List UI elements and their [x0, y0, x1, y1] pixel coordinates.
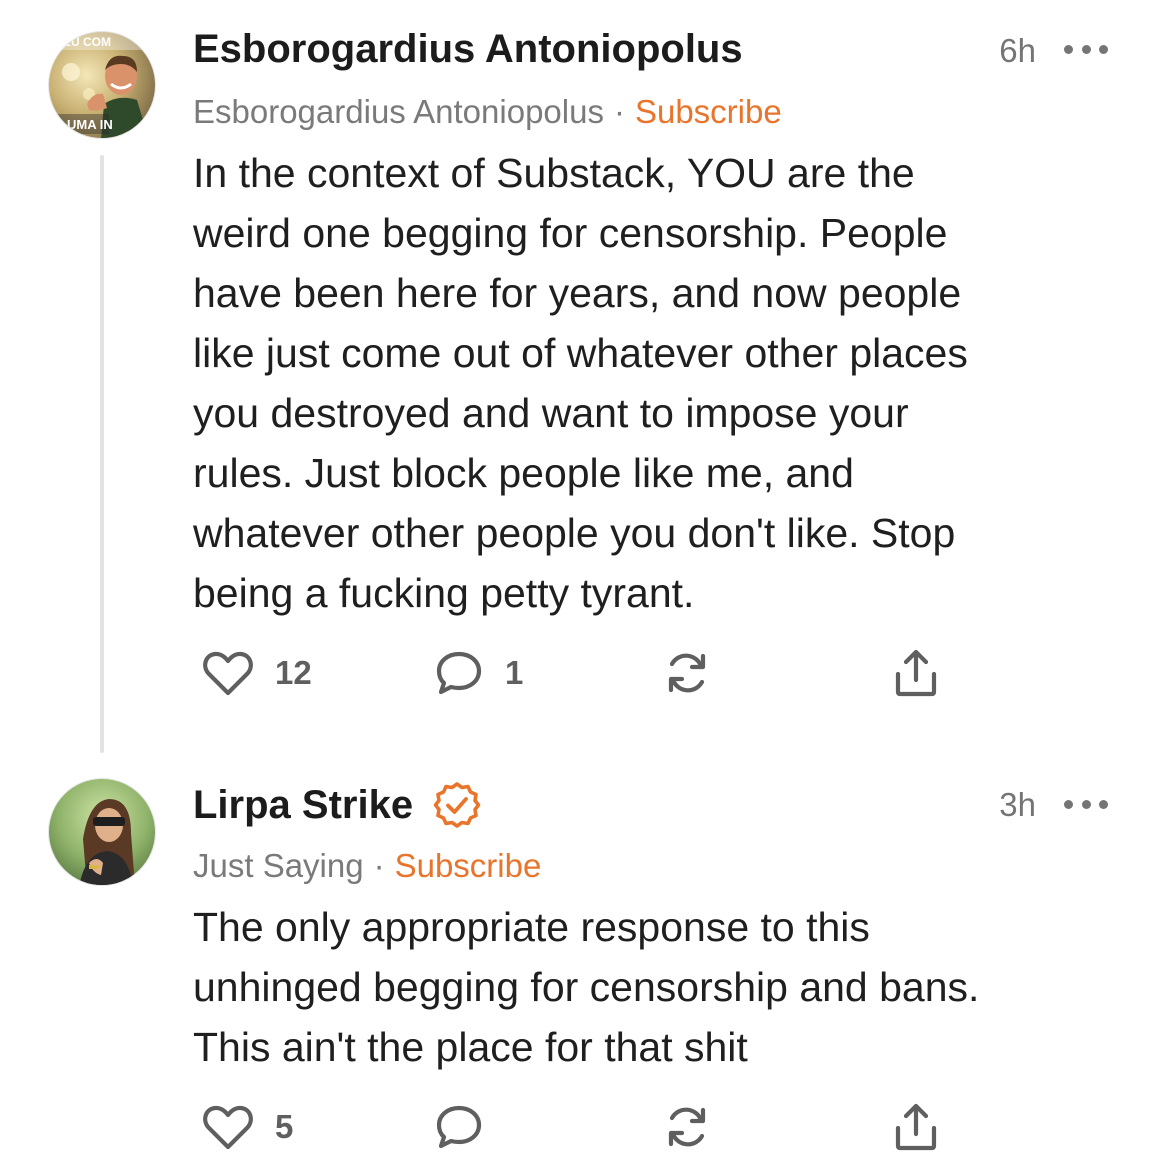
publication-line: Esborogardius Antoniopolus · Subscribe: [193, 93, 782, 131]
comment-body-line: This ain't the place for that shit: [193, 1024, 748, 1070]
timestamp: 6h: [999, 32, 1036, 69]
share-icon: [895, 649, 937, 697]
comment-body-line: rules. Just block people like me, and: [193, 450, 854, 496]
like-button[interactable]: 5: [203, 1097, 293, 1157]
reply-button[interactable]: [435, 1097, 505, 1157]
like-count: 5: [275, 1108, 294, 1145]
comment-body-line: you destroyed and want to impose your: [193, 390, 909, 436]
heart-icon: [203, 651, 253, 696]
comment-body-line: like just come out of whatever other pla…: [193, 330, 968, 376]
publication-name[interactable]: Just Saying: [193, 847, 364, 884]
speech-bubble-icon: [436, 1105, 482, 1149]
comment-body-line: unhinged begging for censorship and bans…: [193, 964, 980, 1010]
restack-icon: [668, 653, 706, 693]
subscribe-link[interactable]: Subscribe: [395, 847, 542, 884]
avatar[interactable]: EU COM UMA IN: [48, 31, 156, 139]
subscribe-link[interactable]: Subscribe: [635, 93, 782, 130]
share-icon: [895, 1103, 937, 1151]
action-bar: 5: [193, 1097, 953, 1157]
avatar-text-bottom: UMA IN: [67, 117, 113, 132]
comment-body-line: have been here for years, and now people: [193, 270, 962, 316]
author-name-text[interactable]: Esborogardius Antoniopolus: [193, 27, 743, 72]
verified-check-icon: [433, 782, 481, 828]
comment-body-line: weird one begging for censorship. People: [193, 210, 948, 256]
comment-body-line: being a fucking petty tyrant.: [193, 570, 695, 616]
heart-icon: [203, 1105, 253, 1150]
author-name-text[interactable]: Lirpa Strike: [193, 783, 413, 828]
publication-line: Just Saying · Subscribe: [193, 847, 541, 885]
restack-button[interactable]: [663, 1097, 711, 1157]
comment-body: The only appropriate response to this un…: [193, 897, 1113, 1077]
comment-body-line: The only appropriate response to this: [193, 904, 870, 950]
author-name[interactable]: Esborogardius Antoniopolus: [193, 27, 743, 72]
more-dots-icon[interactable]: [1064, 43, 1108, 55]
avatar[interactable]: [48, 778, 156, 886]
reply-count: 1: [505, 654, 524, 691]
like-count: 12: [275, 654, 312, 691]
separator: ·: [613, 93, 625, 130]
publication-name[interactable]: Esborogardius Antoniopolus: [193, 93, 604, 130]
action-bar: 12 1: [193, 643, 953, 703]
comment-body: In the context of Substack, YOU are the …: [193, 143, 1113, 623]
restack-icon: [668, 1107, 706, 1147]
comment-body-line: In the context of Substack, YOU are the: [193, 150, 915, 196]
share-button[interactable]: [893, 643, 939, 703]
separator: ·: [373, 847, 385, 884]
timestamp: 3h: [999, 786, 1036, 823]
author-name[interactable]: Lirpa Strike: [193, 781, 481, 829]
more-dots-icon[interactable]: [1064, 798, 1108, 810]
share-button[interactable]: [893, 1097, 939, 1157]
thread-line: [100, 155, 104, 753]
like-button[interactable]: 12: [203, 643, 312, 703]
speech-bubble-icon: [436, 651, 482, 695]
reply-button[interactable]: 1: [435, 643, 523, 703]
comment-body-line: whatever other people you don't like. St…: [193, 510, 956, 556]
avatar-text-top: EU COM: [63, 35, 111, 49]
restack-button[interactable]: [663, 643, 711, 703]
